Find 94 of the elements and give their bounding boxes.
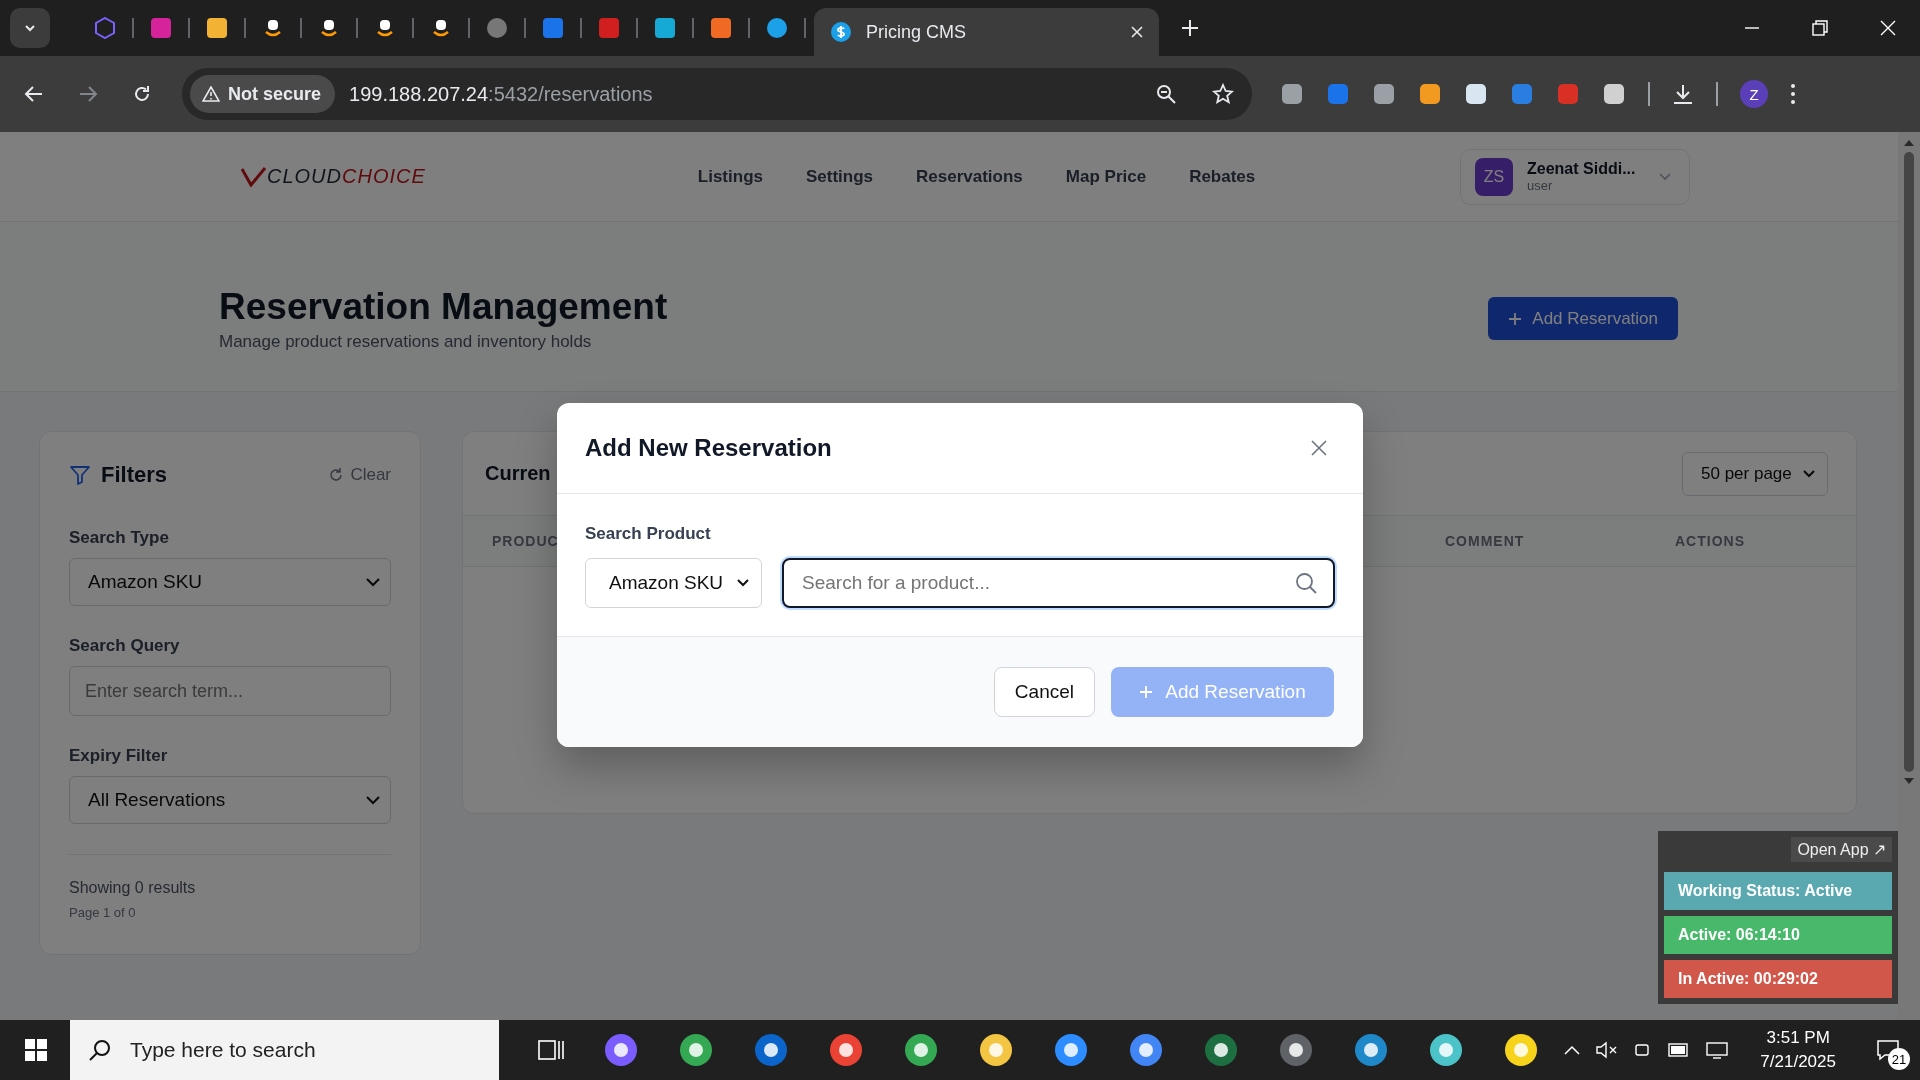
logo[interactable]: CLOUDCHOICE <box>241 165 426 188</box>
warning-icon <box>202 86 220 102</box>
caret-icon <box>1803 469 1815 478</box>
restore-icon[interactable] <box>1812 20 1828 36</box>
field-label: Search Product <box>585 524 712 544</box>
extension-icon[interactable] <box>1418 82 1442 106</box>
column-header: ACTIONS <box>1675 533 1746 549</box>
search-icon <box>1295 572 1317 594</box>
tab-icon[interactable] <box>206 17 228 39</box>
notification-button[interactable]: 21 <box>1868 1030 1908 1070</box>
forward-icon[interactable] <box>78 84 98 104</box>
column-header: COMMENT <box>1445 533 1526 549</box>
dialog-title: Add New Reservation <box>585 434 832 462</box>
url-text: 199.188.207.24:5432/reservations <box>349 82 654 106</box>
taskbar-search-field[interactable]: Type here to search <box>70 1020 499 1080</box>
open-app-link[interactable]: Open App ↗ <box>1791 837 1892 862</box>
profile-avatar[interactable]: Z <box>1740 80 1768 108</box>
status-bar: Active: 06:14:10 <box>1664 916 1892 954</box>
back-icon[interactable] <box>24 84 44 104</box>
scroll-up-icon[interactable] <box>1904 140 1914 146</box>
extension-icon[interactable] <box>1280 82 1304 106</box>
caret-icon <box>1659 172 1671 181</box>
app-icon[interactable] <box>1128 1032 1164 1068</box>
dollar-icon <box>830 21 852 43</box>
app-icon[interactable] <box>1278 1032 1314 1068</box>
plus-icon <box>1139 685 1154 699</box>
address-bar[interactable]: Not secure 199.188.207.24:5432/reservations <box>182 68 1252 120</box>
app-icon[interactable] <box>753 1032 789 1068</box>
results-count: Showing 0 results <box>69 879 197 897</box>
app-icon[interactable] <box>603 1032 639 1068</box>
extension-icon[interactable] <box>1464 82 1488 106</box>
new-tab-icon[interactable] <box>1181 19 1199 37</box>
star-icon[interactable] <box>1212 83 1234 105</box>
filter-icon <box>69 464 91 486</box>
nav-link[interactable]: Rebates <box>1189 166 1256 187</box>
user-avatar: ZS <box>1475 157 1513 196</box>
search-icon <box>88 1038 112 1062</box>
app-icon[interactable] <box>903 1032 939 1068</box>
filters-title: Filters <box>101 462 169 488</box>
nav-link[interactable]: Listings <box>697 166 763 187</box>
status-bar: Working Status: Active <box>1664 872 1892 910</box>
security-chip[interactable]: Not secure <box>190 75 336 113</box>
add-reservation-button[interactable]: Add Reservation <box>1488 297 1678 340</box>
zoom-icon[interactable] <box>1156 84 1176 104</box>
app-icon[interactable] <box>828 1032 864 1068</box>
extension-icon[interactable] <box>1602 82 1626 106</box>
caret-icon <box>737 579 749 587</box>
app-icon[interactable] <box>978 1032 1014 1068</box>
clear-link[interactable]: Clear <box>328 465 391 485</box>
scroll-down-icon[interactable] <box>1904 778 1914 784</box>
browser-tab[interactable]: Pricing CMS <box>814 8 1159 56</box>
app-icon[interactable] <box>678 1032 714 1068</box>
page-subtitle: Manage product reservations and inventory holds <box>219 331 593 352</box>
card-title: Curren <box>485 462 551 485</box>
app-icon[interactable] <box>1353 1032 1389 1068</box>
page-title: Reservation Management <box>219 285 668 328</box>
user-name: Zeenat Siddi... <box>1527 160 1637 178</box>
per-page-select[interactable]: 50 per page <box>1682 451 1828 496</box>
page-info: Page 1 of 0 <box>69 905 137 920</box>
select-field[interactable]: Amazon SKU <box>69 558 391 606</box>
chevron-up-icon[interactable] <box>1564 1045 1581 1055</box>
field-label: Expiry Filter <box>69 746 169 766</box>
nav-link[interactable]: Map Price <box>1065 166 1147 187</box>
tab-icon[interactable] <box>654 17 676 39</box>
menu-icon[interactable] <box>1790 83 1796 105</box>
field-label: Search Query <box>69 636 181 656</box>
product-search-field[interactable]: Search for a product... <box>782 558 1335 608</box>
plus-icon <box>1508 311 1523 326</box>
field-label: Search Type <box>69 528 170 548</box>
user-role: user <box>1527 178 1554 193</box>
extension-icon[interactable] <box>1372 82 1396 106</box>
start-icon[interactable] <box>24 1038 48 1062</box>
search-query-field[interactable]: Enter search term... <box>69 666 391 716</box>
download-icon[interactable] <box>1672 83 1694 105</box>
cancel-button[interactable]: Cancel <box>993 667 1095 717</box>
refresh-icon <box>328 467 345 483</box>
nav-link[interactable]: Reservations <box>916 166 1023 187</box>
reload-icon[interactable] <box>132 84 152 104</box>
caret-icon <box>366 577 380 587</box>
app-icon[interactable] <box>1203 1032 1239 1068</box>
tab-icon[interactable] <box>766 17 788 39</box>
search-type-select[interactable]: Amazon SKU <box>585 558 762 608</box>
clock[interactable]: 3:51 PM 7/21/2025 <box>1760 1028 1836 1072</box>
battery-icon[interactable] <box>1668 1043 1691 1057</box>
user-menu[interactable]: ZS Zeenat Siddi... user <box>1460 148 1690 205</box>
app-icon[interactable] <box>1503 1032 1539 1068</box>
caret-icon <box>366 795 380 805</box>
app-icon[interactable] <box>1053 1032 1089 1068</box>
app-icon[interactable] <box>1428 1032 1464 1068</box>
status-bar: In Active: 00:29:02 <box>1664 960 1892 998</box>
muted-speaker-icon[interactable] <box>1596 1041 1619 1059</box>
select-field[interactable]: All Reservations <box>69 776 391 824</box>
task-view-icon[interactable] <box>538 1038 564 1062</box>
nav-link[interactable]: Settings <box>806 166 874 187</box>
